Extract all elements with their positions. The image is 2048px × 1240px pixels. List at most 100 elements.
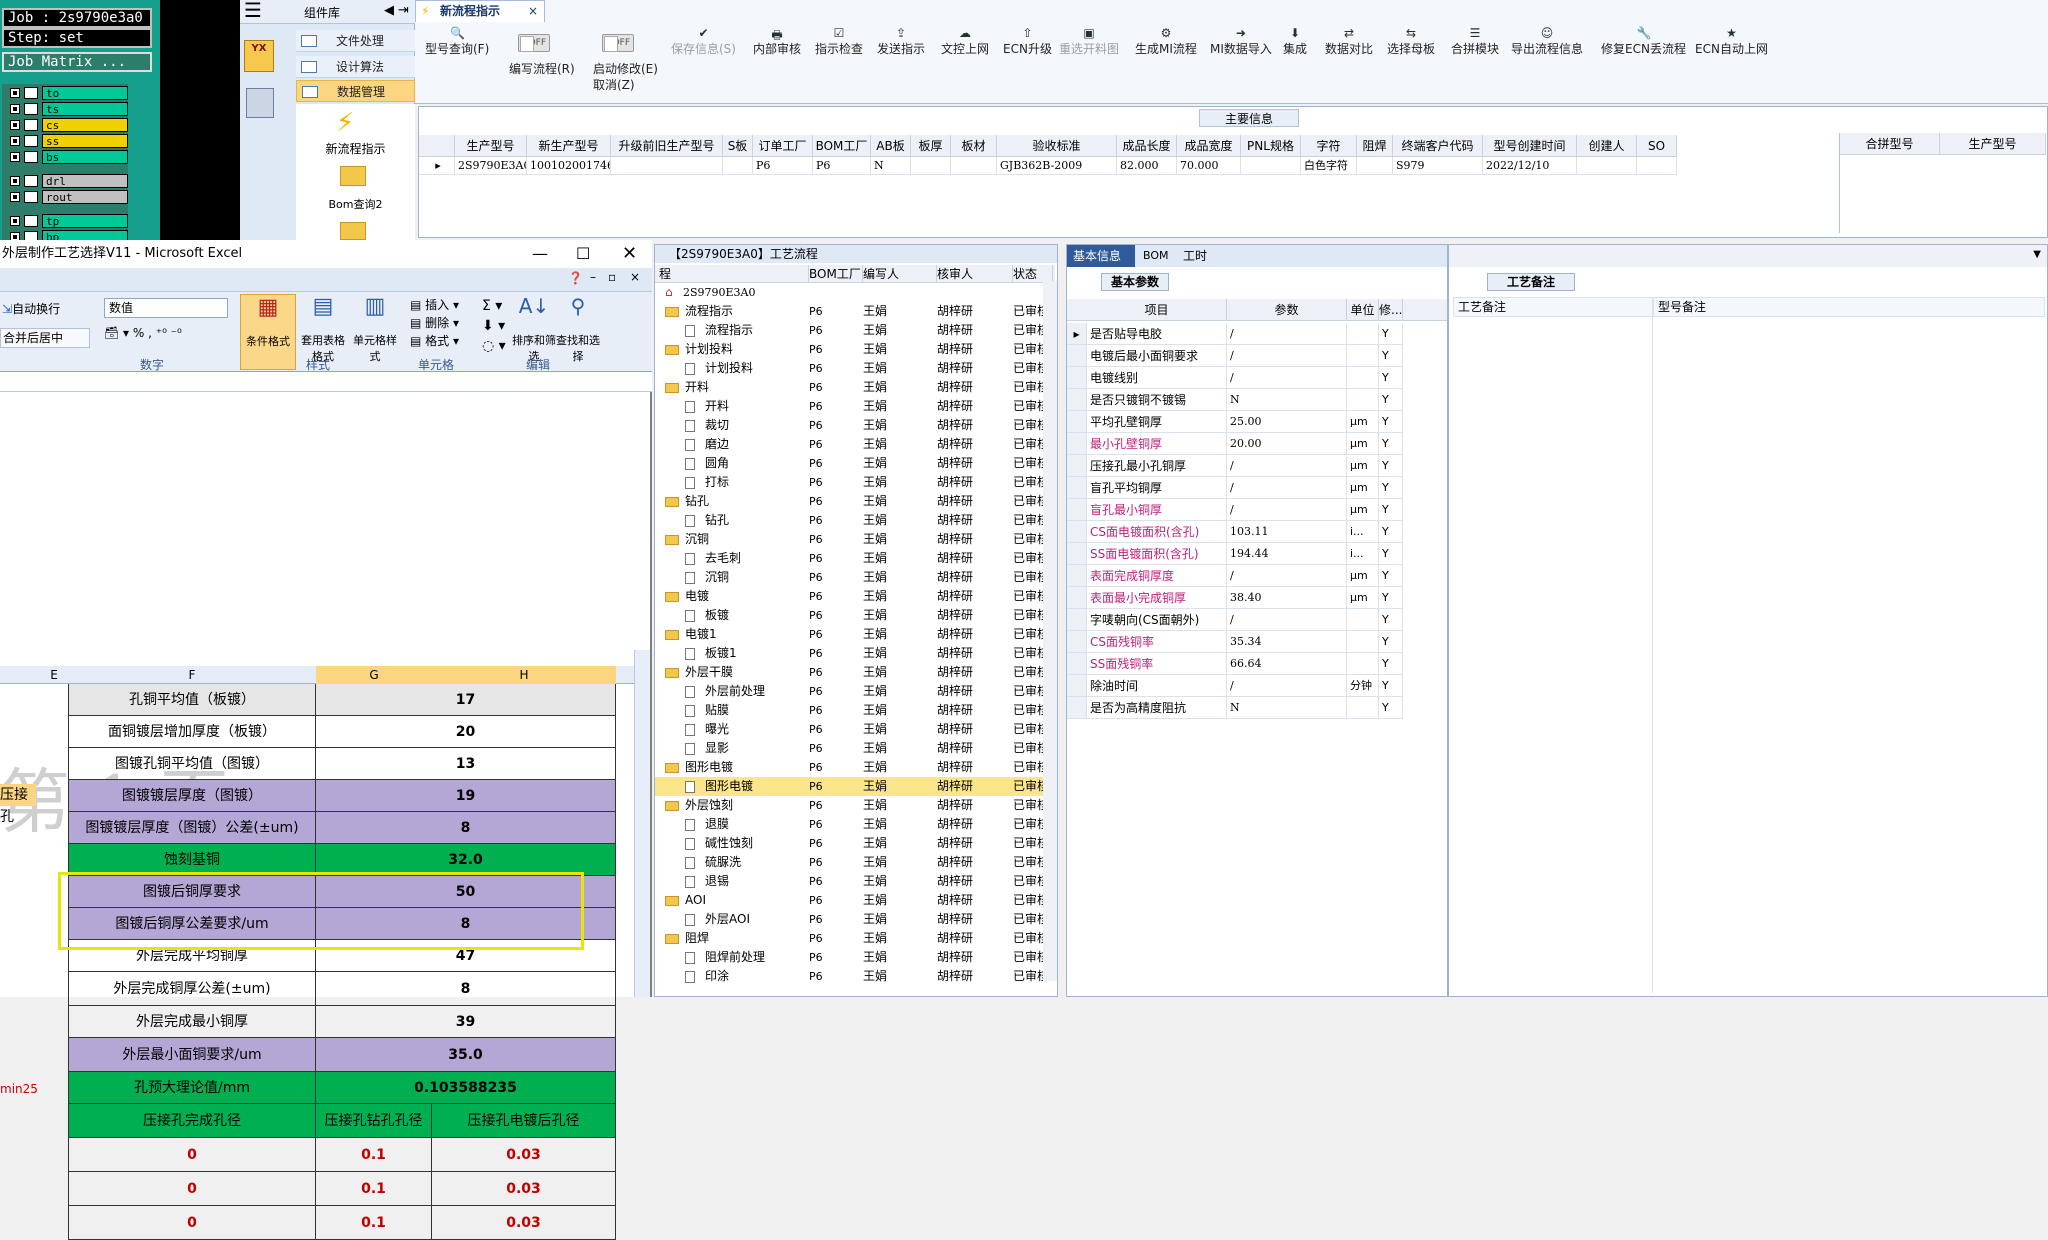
- window-icon[interactable]: ▫: [608, 270, 616, 284]
- basic-row[interactable]: 压接孔最小孔铜厚 / μm Y: [1067, 455, 1447, 477]
- grid-cell[interactable]: [951, 157, 997, 175]
- grid-cell[interactable]: [911, 157, 951, 175]
- basic-row[interactable]: 平均孔壁铜厚 25.00 μm Y: [1067, 411, 1447, 433]
- param-value[interactable]: 20.00: [1227, 433, 1347, 455]
- basic-col-header[interactable]: 修...: [1379, 299, 1403, 321]
- grid-cell[interactable]: [1637, 157, 1677, 175]
- basic-row[interactable]: 最小孔壁铜厚 20.00 μm Y: [1067, 433, 1447, 455]
- grid-cell[interactable]: 70.000: [1177, 157, 1241, 175]
- row-value-cell[interactable]: 13: [316, 748, 616, 780]
- grid-cell[interactable]: 10010200174686: [527, 157, 611, 175]
- layer-checkbox[interactable]: [10, 120, 20, 130]
- layer-row[interactable]: rout: [6, 190, 128, 204]
- layer-checkbox[interactable]: [10, 176, 20, 186]
- tree-node[interactable]: 图形电镀 P6 王娟 胡梓研 已审核: [655, 758, 1055, 777]
- ribbon-button[interactable]: ☁ 文控上网: [941, 26, 989, 57]
- param-value[interactable]: /: [1227, 323, 1347, 345]
- restore-icon[interactable]: –: [590, 270, 596, 284]
- row-label-cell[interactable]: 孔预大理论值/mm: [68, 1072, 316, 1104]
- grid-cell[interactable]: P6: [753, 157, 813, 175]
- tree-node[interactable]: 外层前处理 P6 王娟 胡梓研 已审核: [655, 682, 1055, 701]
- ribbon-button[interactable]: ⚙ 生成MI流程: [1135, 26, 1197, 57]
- tree-node[interactable]: 流程指示 P6 王娟 胡梓研 已审核: [655, 302, 1055, 321]
- layer-row[interactable]: bs: [6, 150, 128, 164]
- grid-header[interactable]: 生产型号: [455, 135, 527, 157]
- hole-header-cell[interactable]: 压接孔完成孔径: [68, 1104, 316, 1138]
- ribbon-button[interactable]: ⇧ ECN升级: [1003, 26, 1052, 57]
- tree-node[interactable]: 沉铜 P6 王娟 胡梓研 已审核: [655, 530, 1055, 549]
- grid-cell[interactable]: GJB362B-2009: [997, 157, 1117, 175]
- basic-row[interactable]: 电镀线别 / Y: [1067, 367, 1447, 389]
- toggle-switch[interactable]: OFF: [518, 34, 550, 52]
- tree-root[interactable]: ⌂ 2S9790E3A0: [655, 283, 1055, 302]
- param-value[interactable]: /: [1227, 477, 1347, 499]
- grid-cell[interactable]: [1241, 157, 1301, 175]
- menu-icon[interactable]: ☰: [244, 0, 268, 20]
- grid-header[interactable]: 阻焊: [1357, 135, 1393, 157]
- tree-node[interactable]: 圆角 P6 王娟 胡梓研 已审核: [655, 454, 1055, 473]
- layer-row[interactable]: cs: [6, 118, 128, 132]
- conditional-format-button[interactable]: ▦ 条件格式: [240, 294, 296, 370]
- ribbon-button[interactable]: ☺ 导出流程信息: [1511, 26, 1583, 57]
- minimize-button[interactable]: —: [532, 240, 548, 268]
- layer-row[interactable]: tp: [6, 214, 128, 228]
- grid-cell[interactable]: 2022/12/10: [1483, 157, 1577, 175]
- col-g-header[interactable]: G: [316, 666, 432, 684]
- hole-cell[interactable]: 0: [68, 1172, 316, 1206]
- dropdown-icon[interactable]: ▼: [2033, 249, 2041, 260]
- hole-cell[interactable]: 0.1: [316, 1206, 432, 1240]
- layer-checkbox[interactable]: [10, 152, 20, 162]
- tab-hours[interactable]: 工时: [1183, 245, 1207, 267]
- tree-col-header[interactable]: 核审人: [937, 265, 1013, 283]
- tree-node[interactable]: 退膜 P6 王娟 胡梓研 已审核: [655, 815, 1055, 834]
- param-value[interactable]: 38.40: [1227, 587, 1347, 609]
- close-icon[interactable]: ×: [528, 1, 538, 21]
- layer-row[interactable]: drl: [6, 174, 128, 188]
- grid-header[interactable]: 订单工厂: [753, 135, 813, 157]
- tree-col-header[interactable]: 编写人: [863, 265, 937, 283]
- basic-row[interactable]: 表面最小完成铜厚 38.40 μm Y: [1067, 587, 1447, 609]
- basic-col-header[interactable]: 单位: [1347, 299, 1379, 321]
- col-e-header[interactable]: E: [40, 666, 68, 684]
- grid-header[interactable]: BOM工厂: [813, 135, 871, 157]
- dock-icon[interactable]: ⇥: [398, 3, 409, 18]
- grid-header[interactable]: 板厚: [911, 135, 951, 157]
- tree-node[interactable]: 开料 P6 王娟 胡梓研 已审核: [655, 397, 1055, 416]
- tree-node[interactable]: 外层蚀刻 P6 王娟 胡梓研 已审核: [655, 796, 1055, 815]
- layer-box[interactable]: [24, 151, 38, 163]
- number-format-buttons[interactable]: 🗃 ▾ % , ⁺⁰ ⁻⁰: [104, 326, 228, 346]
- layer-checkbox[interactable]: [10, 216, 20, 226]
- nav-data-management[interactable]: 数据管理: [296, 80, 415, 102]
- tab-basic-info[interactable]: 基本信息: [1067, 245, 1135, 267]
- tree-node[interactable]: 板镀1 P6 王娟 胡梓研 已审核: [655, 644, 1055, 663]
- grid-header[interactable]: 验收标准: [997, 135, 1117, 157]
- tree-col-header[interactable]: BOM工厂: [809, 265, 863, 283]
- param-value[interactable]: N: [1227, 697, 1347, 719]
- model-remarks-header[interactable]: 型号备注: [1653, 297, 2045, 317]
- tree-node[interactable]: 外层干膜 P6 王娟 胡梓研 已审核: [655, 663, 1055, 682]
- tree-node[interactable]: 板镀 P6 王娟 胡梓研 已审核: [655, 606, 1055, 625]
- excel-scrollbar[interactable]: [634, 650, 650, 997]
- grid-header[interactable]: SO: [1637, 135, 1677, 157]
- hole-header-cell[interactable]: 压接孔钻孔孔径: [316, 1104, 432, 1138]
- ribbon-button[interactable]: ➜ MI数据导入: [1210, 26, 1272, 57]
- formula-bar[interactable]: [0, 372, 652, 392]
- basic-row[interactable]: 盲孔平均铜厚 / μm Y: [1067, 477, 1447, 499]
- help-icon[interactable]: ❓: [568, 271, 583, 285]
- layer-checkbox[interactable]: [10, 192, 20, 202]
- grid-header[interactable]: 字符: [1301, 135, 1357, 157]
- row-value-cell[interactable]: 8: [316, 812, 616, 844]
- layer-box[interactable]: [24, 191, 38, 203]
- grid-header[interactable]: 终端客户代码: [1393, 135, 1483, 157]
- ribbon-button[interactable]: ⬇ 集成: [1283, 26, 1307, 57]
- basic-row[interactable]: 盲孔最小铜厚 / μm Y: [1067, 499, 1447, 521]
- toggle-switch[interactable]: OFF: [602, 34, 634, 52]
- param-value[interactable]: 25.00: [1227, 411, 1347, 433]
- basic-col-header[interactable]: 项目: [1087, 299, 1227, 321]
- layer-box[interactable]: [24, 215, 38, 227]
- col-h-header[interactable]: H: [432, 666, 616, 684]
- grid-header[interactable]: 升级前旧生产型号: [611, 135, 723, 157]
- row-value-cell[interactable]: 39: [316, 1006, 616, 1038]
- craft-remarks-header[interactable]: 工艺备注: [1453, 297, 1653, 317]
- tab-bom[interactable]: BOM: [1143, 245, 1169, 267]
